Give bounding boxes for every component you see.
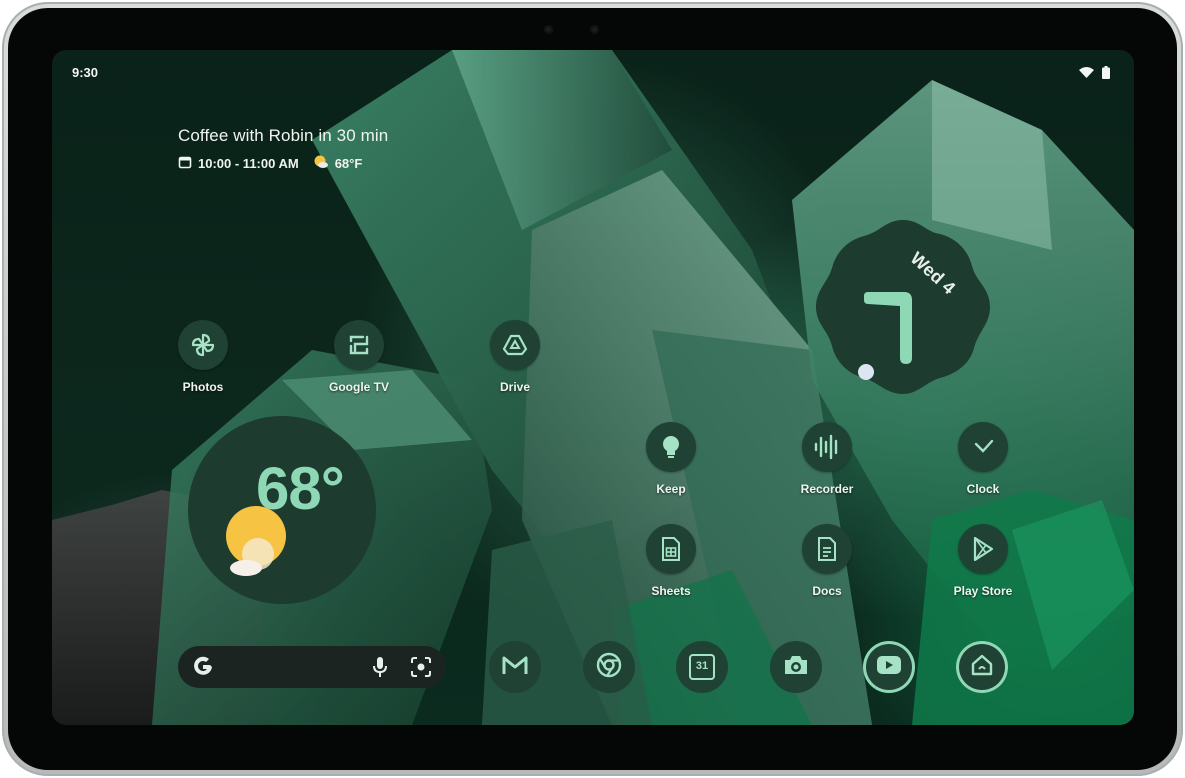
dock-calendar[interactable]: 31: [676, 641, 728, 693]
search-bar[interactable]: [178, 646, 446, 688]
app-keep[interactable]: Keep: [616, 422, 726, 496]
calendar-31-icon: 31: [689, 654, 715, 680]
google-g-icon[interactable]: [192, 656, 214, 683]
youtube-icon: [876, 655, 902, 680]
app-label: Recorder: [800, 482, 854, 496]
app-label: Sheets: [651, 584, 691, 598]
waveform-icon: [802, 422, 852, 472]
dock-chrome[interactable]: [583, 641, 635, 693]
front-camera: [590, 25, 599, 34]
app-label: Clock: [966, 482, 1000, 496]
gmail-icon: [501, 654, 529, 681]
app-label: Photos: [182, 380, 224, 394]
glance-temperature: 68°F: [334, 156, 363, 171]
home-screen: 9:30 Coffee with Robin in 30 min 10:00 -…: [52, 50, 1134, 725]
clock-widget[interactable]: Wed 4: [808, 212, 998, 402]
app-google-tv[interactable]: Google TV: [304, 320, 414, 394]
clock-icon: [958, 422, 1008, 472]
weather-sun-icon: [313, 155, 329, 172]
dock-home[interactable]: [956, 641, 1008, 693]
google-tv-icon: [334, 320, 384, 370]
mic-icon[interactable]: [372, 656, 388, 683]
app-label: Keep: [656, 482, 686, 496]
app-clock[interactable]: Clock: [928, 422, 1038, 496]
lightbulb-icon: [646, 422, 696, 472]
pinwheel-icon: [178, 320, 228, 370]
status-time: 9:30: [72, 65, 99, 80]
calendar-icon: [178, 155, 192, 172]
app-label: Play Store: [953, 584, 1013, 598]
calendar-day: 31: [695, 660, 709, 672]
sensor-dot: [544, 25, 553, 34]
lens-icon[interactable]: [410, 656, 432, 683]
status-bar: 9:30: [52, 50, 1134, 94]
app-sheets[interactable]: Sheets: [616, 524, 726, 598]
home-icon: [970, 653, 994, 682]
docs-icon: [802, 524, 852, 574]
sun-cloud-icon: [224, 506, 290, 583]
wifi-icon: [1079, 66, 1094, 84]
sheets-icon: [646, 524, 696, 574]
app-label: Drive: [499, 380, 531, 394]
app-photos[interactable]: Photos: [148, 320, 258, 394]
play-store-icon: [958, 524, 1008, 574]
event-title: Coffee with Robin in 30 min: [178, 126, 389, 145]
app-play-store[interactable]: Play Store: [928, 524, 1038, 598]
app-recorder[interactable]: Recorder: [772, 422, 882, 496]
event-time: 10:00 - 11:00 AM: [198, 156, 299, 171]
app-label: Google TV: [329, 380, 389, 394]
drive-icon: [490, 320, 540, 370]
app-label: Docs: [812, 584, 842, 598]
app-drive[interactable]: Drive: [460, 320, 570, 394]
dock-camera[interactable]: [770, 641, 822, 693]
dock-gmail[interactable]: [489, 641, 541, 693]
camera-icon: [782, 653, 810, 682]
app-docs[interactable]: Docs: [772, 524, 882, 598]
at-a-glance-widget[interactable]: Coffee with Robin in 30 min 10:00 - 11:0…: [178, 126, 388, 172]
battery-icon: [1102, 66, 1110, 84]
chrome-icon: [595, 651, 623, 684]
dock-youtube[interactable]: [863, 641, 915, 693]
weather-widget[interactable]: 68°: [188, 416, 376, 604]
